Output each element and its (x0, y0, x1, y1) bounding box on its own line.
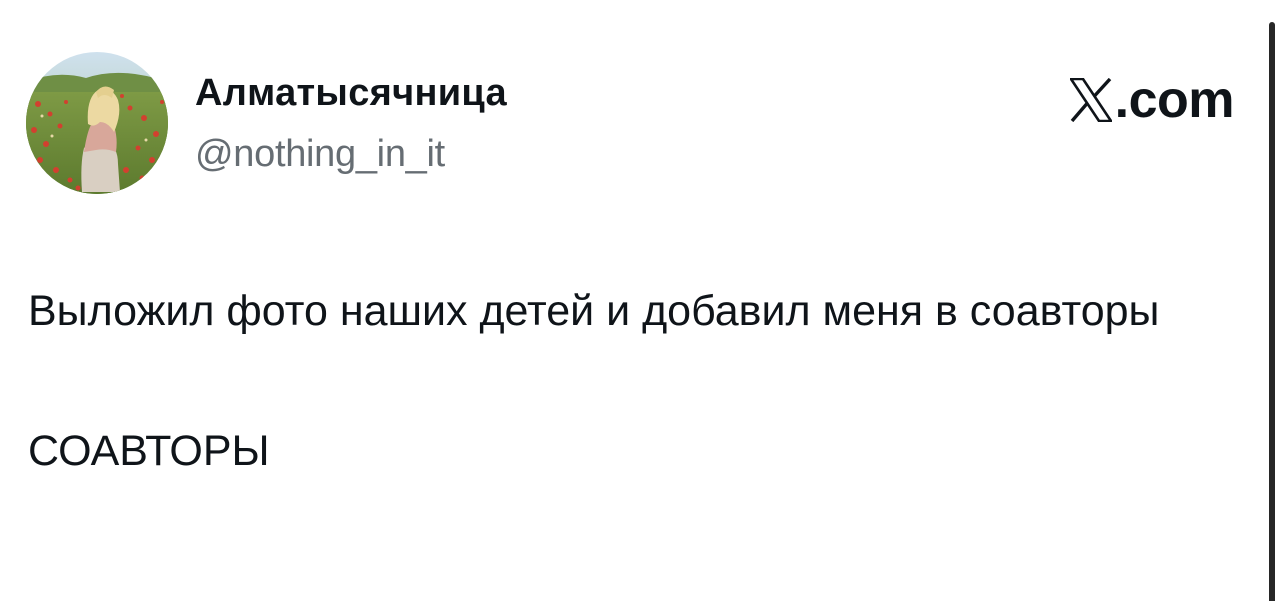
scrollbar[interactable] (1269, 22, 1275, 601)
tweet-text: Выложил фото наших детей и добавил меня … (28, 276, 1238, 486)
tweet-text-line: СОАВТОРЫ (28, 427, 270, 475)
handle[interactable]: @nothing_in_it (195, 129, 445, 179)
tweet-text-line: Выложил фото наших детей и добавил меня … (28, 287, 1160, 335)
display-name[interactable]: Алматысячница (195, 68, 507, 118)
brand-suffix: .com (1114, 71, 1235, 129)
brand-logo: .com (1069, 71, 1235, 129)
x-logo-icon (1069, 78, 1112, 122)
avatar[interactable] (26, 52, 168, 194)
